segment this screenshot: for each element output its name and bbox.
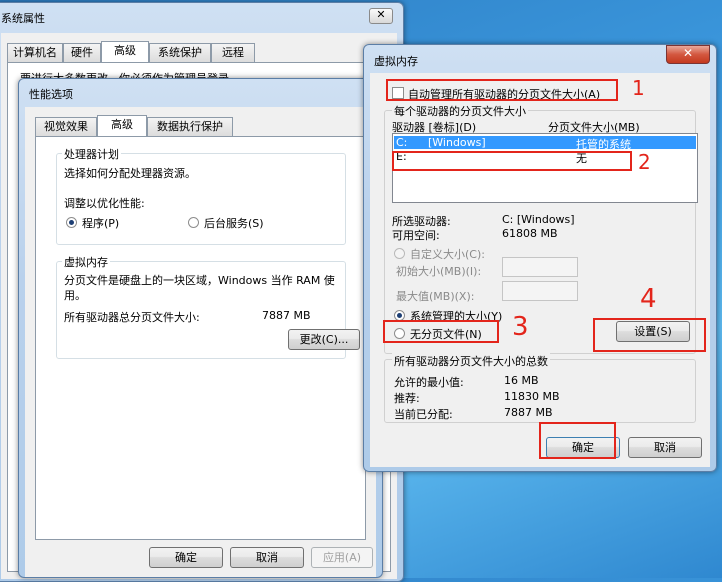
system-properties-close-button[interactable]: ✕ — [369, 8, 393, 24]
performance-advanced-page: 处理器计划 选择如何分配处理器资源。 调整以优化性能: 程序(P) 后台服务(S… — [35, 136, 366, 540]
performance-tabs: 视觉效果 高级 数据执行保护 — [35, 115, 365, 137]
tab-advanced[interactable]: 高级 — [97, 115, 147, 136]
custom-size-label[interactable]: 自定义大小(C): — [410, 246, 485, 262]
system-properties-tabs: 计算机名 硬件 高级 系统保护 远程 — [7, 41, 387, 63]
total-group-label: 所有驱动器分页文件大小的总数 — [392, 353, 550, 369]
annotation-number-1: 1 — [632, 76, 645, 100]
drive-row-selected[interactable]: C: [Windows] 托管的系统 — [394, 136, 696, 151]
tab-hardware[interactable]: 硬件 — [63, 43, 101, 62]
background-services-label[interactable]: 后台服务(S) — [204, 215, 264, 231]
max-size-input[interactable] — [502, 281, 578, 301]
free-space-label: 可用空间: — [392, 229, 440, 242]
tab-advanced[interactable]: 高级 — [101, 41, 149, 62]
allocated-label: 当前已分配: — [394, 408, 453, 421]
cancel-button[interactable]: 取消 — [230, 547, 304, 568]
annotation-box-3 — [383, 320, 499, 343]
tab-system-protection[interactable]: 系统保护 — [149, 43, 211, 62]
custom-size-radio[interactable] — [394, 248, 405, 259]
processor-desc: 选择如何分配处理器资源。 — [64, 167, 196, 180]
virtual-memory-close-button[interactable]: ✕ — [666, 45, 710, 64]
drive-label: [Windows] — [428, 136, 486, 149]
programs-radio-label[interactable]: 程序(P) — [82, 215, 119, 231]
vm-group-label: 虚拟内存 — [62, 254, 110, 270]
annotation-number-3: 3 — [512, 312, 529, 342]
annotation-box-4 — [593, 318, 706, 352]
adjust-label: 调整以优化性能: — [64, 197, 145, 210]
tab-remote[interactable]: 远程 — [211, 43, 255, 62]
virtual-memory-body: 自动管理所有驱动器的分页文件大小(A) 每个驱动器的分页文件大小 驱动器 [卷标… — [370, 73, 710, 467]
tab-computer-name[interactable]: 计算机名 — [7, 43, 63, 62]
allocated-value: 7887 MB — [504, 406, 553, 419]
per-drive-label: 每个驱动器的分页文件大小 — [392, 103, 528, 119]
background-services-radio[interactable] — [188, 217, 199, 228]
performance-options-window: 性能选项 视觉效果 高级 数据执行保护 处理器计划 选择如何分配处理器资源。 调… — [18, 78, 383, 578]
annotation-box-1 — [386, 79, 618, 101]
vm-total-value: 7887 MB — [262, 309, 311, 322]
performance-options-title: 性能选项 — [29, 88, 73, 101]
ok-button[interactable]: 确定 — [149, 547, 223, 568]
annotation-box-ok — [539, 422, 616, 459]
annotation-number-2: 2 — [638, 150, 651, 174]
free-space-value: 61808 MB — [502, 227, 558, 240]
selected-drive-value: C: [Windows] — [502, 213, 575, 226]
processor-group-label: 处理器计划 — [62, 146, 121, 162]
change-button[interactable]: 更改(C)... — [288, 329, 360, 350]
vm-desc-line1: 分页文件是硬盘上的一块区域，Windows 当作 RAM 使 — [64, 274, 335, 287]
recommended-value: 11830 MB — [504, 390, 560, 403]
initial-size-label: 初始大小(MB)(I): — [396, 265, 482, 278]
min-allowed-label: 允许的最小值: — [394, 376, 464, 389]
programs-radio[interactable] — [66, 217, 77, 228]
tab-visual-effects[interactable]: 视觉效果 — [35, 117, 97, 136]
min-allowed-value: 16 MB — [504, 374, 539, 387]
apply-button[interactable]: 应用(A) — [311, 547, 373, 568]
virtual-memory-window: 虚拟内存 ✕ 自动管理所有驱动器的分页文件大小(A) 每个驱动器的分页文件大小 … — [363, 44, 717, 472]
virtual-memory-title: 虚拟内存 — [374, 55, 418, 68]
vm-desc-line2: 用。 — [64, 289, 86, 302]
close-icon: ✕ — [682, 46, 694, 60]
vm-total-label: 所有驱动器总分页文件大小: — [64, 311, 200, 324]
recommended-label: 推荐: — [394, 392, 420, 405]
performance-options-body: 视觉效果 高级 数据执行保护 处理器计划 选择如何分配处理器资源。 调整以优化性… — [25, 107, 376, 577]
annotation-box-2 — [392, 151, 632, 171]
max-size-label: 最大值(MB)(X): — [396, 290, 475, 303]
system-properties-title: 系统属性 — [1, 12, 45, 25]
vm-cancel-button[interactable]: 取消 — [628, 437, 702, 458]
drive-letter: C: — [396, 136, 408, 149]
tab-dep[interactable]: 数据执行保护 — [147, 117, 233, 136]
annotation-number-4: 4 — [640, 284, 657, 314]
initial-size-input[interactable] — [502, 257, 578, 277]
